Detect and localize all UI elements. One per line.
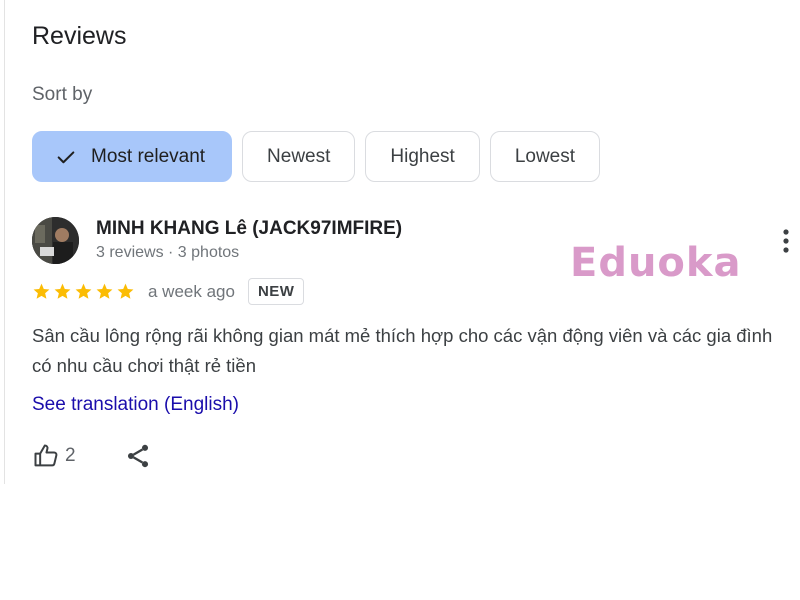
avatar[interactable] xyxy=(32,217,79,264)
sort-by-label: Sort by xyxy=(32,84,93,105)
review-text: Sân cầu lông rộng rãi không gian mát mẻ … xyxy=(32,325,773,376)
sort-chip-lowest[interactable]: Lowest xyxy=(489,131,601,182)
sort-chip-label: Newest xyxy=(267,145,331,167)
sort-chip-highest[interactable]: Highest xyxy=(365,131,480,182)
new-badge: NEW xyxy=(247,278,305,305)
star-icon xyxy=(96,283,113,299)
check-icon xyxy=(57,150,75,163)
thumb-up-icon xyxy=(34,444,58,467)
watermark-logo: Eduoka xyxy=(570,240,742,286)
reviews-title: Reviews xyxy=(32,22,127,50)
sort-chip-label: Highest xyxy=(390,145,455,167)
share-icon[interactable] xyxy=(124,442,152,470)
review-actions: 2 xyxy=(32,442,152,470)
sort-chips: Most relevant Newest Highest Lowest xyxy=(32,131,601,182)
like-count: 2 xyxy=(65,445,76,466)
see-translation-link[interactable]: See translation (English) xyxy=(32,394,239,416)
review-author-meta: 3 reviews · 3 photos xyxy=(96,244,240,261)
review-time: a week ago xyxy=(148,281,235,301)
star-icon xyxy=(54,283,71,299)
star-icon xyxy=(75,283,92,299)
star-icon xyxy=(33,283,50,299)
review-author[interactable]: MINH KHANG Lê (JACK97IMFIRE) xyxy=(96,218,402,240)
star-rating xyxy=(32,282,135,301)
avatar-image xyxy=(32,217,79,264)
more-vert-icon[interactable] xyxy=(774,226,798,256)
sort-chip-label: Lowest xyxy=(514,145,576,167)
review-rating-row: a week ago NEW xyxy=(32,278,305,305)
sort-chip-label: Most relevant xyxy=(91,145,206,167)
sort-chip-newest[interactable]: Newest xyxy=(242,131,356,182)
like-button[interactable]: 2 xyxy=(32,442,76,470)
star-icon xyxy=(117,283,134,299)
sort-chip-most-relevant[interactable]: Most relevant xyxy=(32,131,233,182)
